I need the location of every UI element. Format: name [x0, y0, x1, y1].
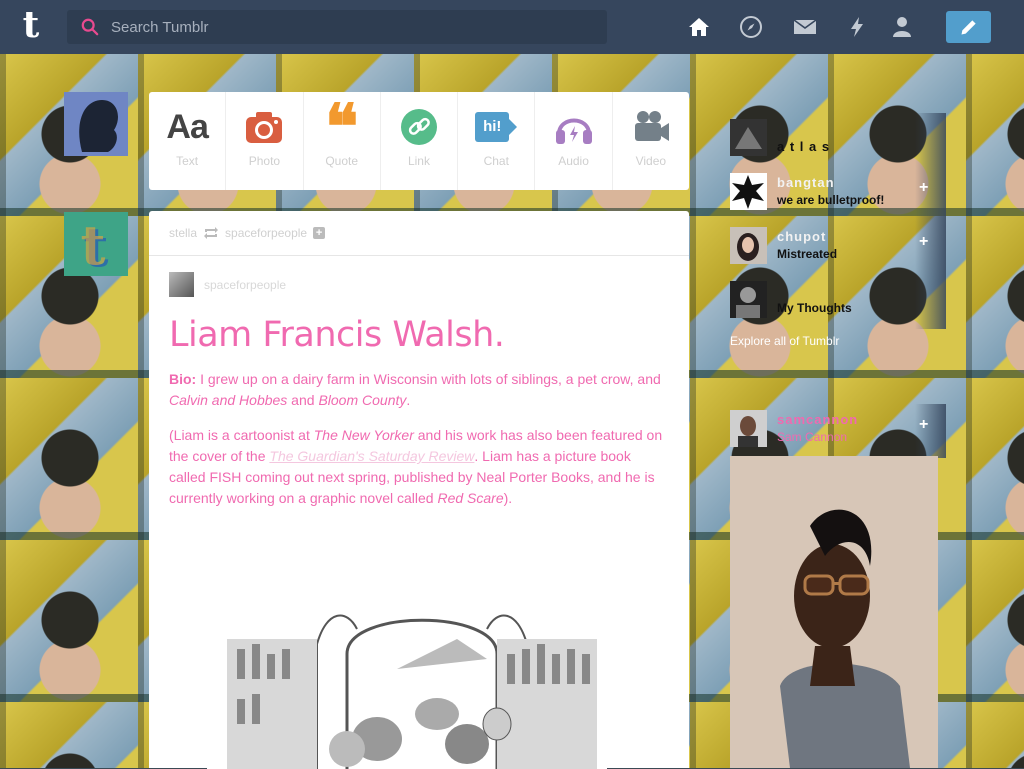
follow-button[interactable] [915, 275, 946, 329]
follow-button[interactable]: + [915, 221, 946, 275]
post-title: Liam Francis Walsh. [169, 315, 505, 355]
recommended-blog[interactable]: My Thoughts [730, 275, 946, 331]
post-type-label: Audio [558, 154, 589, 168]
reblogger-name[interactable]: stella [169, 226, 197, 240]
post-type-audio[interactable]: Audio [535, 92, 613, 190]
bio-paragraph: Bio: I grew up on a dairy farm in Wiscon… [169, 371, 661, 408]
post-type-chat[interactable]: hi! Chat [458, 92, 536, 190]
video-camera-icon [634, 111, 669, 141]
post-source: spaceforpeople [149, 256, 689, 297]
camera-icon [246, 112, 283, 143]
reblogged-blog-name[interactable]: spaceforpeople [225, 226, 307, 240]
quote-icon: ❝ [325, 90, 359, 163]
compose-icon [961, 20, 976, 35]
follow-button[interactable]: + [915, 167, 946, 221]
info-paragraph: (Liam is a cartoonist at The New Yorker … [169, 427, 663, 506]
blog-avatar[interactable] [730, 281, 767, 318]
plus-icon: + [919, 179, 929, 196]
search-input[interactable] [109, 17, 593, 37]
follow-button[interactable] [915, 113, 946, 167]
blog-avatar[interactable]: t t [64, 212, 128, 276]
post-type-photo[interactable]: Photo [226, 92, 304, 190]
text-icon: Aa [166, 107, 208, 146]
blog-title: My Thoughts [777, 301, 852, 315]
top-navigation-bar: t [0, 0, 1024, 54]
reblog-icon [204, 227, 219, 239]
blog-title: Sam Cannon [777, 430, 848, 444]
svg-text:t: t [81, 213, 106, 276]
link-icon [400, 109, 437, 145]
post-type-label: Video [635, 154, 667, 168]
radar-photo[interactable] [730, 456, 938, 768]
explore-link[interactable]: Explore all of Tumblr [730, 334, 839, 348]
source-avatar[interactable] [169, 272, 194, 297]
blog-avatar[interactable] [730, 173, 767, 210]
account-icon[interactable] [890, 15, 914, 39]
follow-plus-icon[interactable]: + [313, 227, 326, 239]
source-name[interactable]: spaceforpeople [204, 278, 286, 292]
recommended-blog[interactable]: a t l a s [730, 113, 946, 169]
post-type-text[interactable]: Aa Text [149, 92, 227, 190]
post-type-label: Photo [248, 154, 281, 168]
search-box[interactable] [67, 10, 607, 44]
post-type-link[interactable]: Link [381, 92, 459, 190]
activity-icon[interactable] [845, 15, 869, 39]
inbox-icon[interactable] [793, 15, 817, 39]
blog-avatar[interactable] [730, 119, 767, 156]
post-card: stella spaceforpeople + spaceforpeople L… [149, 211, 689, 769]
user-avatar[interactable] [64, 92, 128, 156]
post-type-video[interactable]: Video [613, 92, 689, 190]
follow-button[interactable]: + [915, 404, 946, 458]
post-type-chooser: Aa Text Photo ❝ Quote Link hi! Chat Audi… [149, 92, 689, 190]
search-icon [81, 18, 99, 36]
plus-icon: + [919, 233, 929, 250]
tumblr-logo[interactable]: t [14, 7, 48, 43]
recommended-blog[interactable]: bangtan we are bulletproof! + [730, 167, 946, 223]
chat-icon: hi! [475, 108, 518, 146]
radar-blog[interactable]: samcannon Sam Cannon + [730, 404, 946, 460]
headphones-icon [555, 118, 592, 144]
blog-title: we are bulletproof! [777, 193, 885, 207]
blog-title: Mistreated [777, 247, 838, 261]
post-type-quote[interactable]: ❝ Quote [304, 92, 381, 190]
guardian-link[interactable]: The Guardian's Saturday Review [269, 448, 474, 464]
post-type-label: Text [176, 154, 199, 168]
blog-name[interactable]: a t l a s [777, 139, 830, 154]
post-type-label: Quote [325, 154, 359, 168]
blog-avatar[interactable] [730, 227, 767, 264]
post-body: Bio: I grew up on a dairy farm in Wiscon… [169, 369, 669, 509]
compose-button[interactable] [946, 11, 991, 43]
explore-icon[interactable] [739, 15, 763, 39]
blog-name[interactable]: chupot [777, 229, 826, 244]
recommended-blog[interactable]: chupot Mistreated + [730, 221, 946, 277]
post-type-label: Chat [483, 154, 509, 168]
post-type-label: Link [407, 154, 430, 168]
blog-avatar[interactable] [730, 410, 767, 447]
cartoon-image[interactable] [197, 599, 617, 769]
plus-icon: + [919, 416, 929, 433]
home-icon[interactable] [687, 15, 711, 39]
blog-name[interactable]: samcannon [777, 412, 858, 427]
post-header: stella spaceforpeople + [149, 211, 689, 256]
blog-name[interactable]: bangtan [777, 175, 835, 190]
